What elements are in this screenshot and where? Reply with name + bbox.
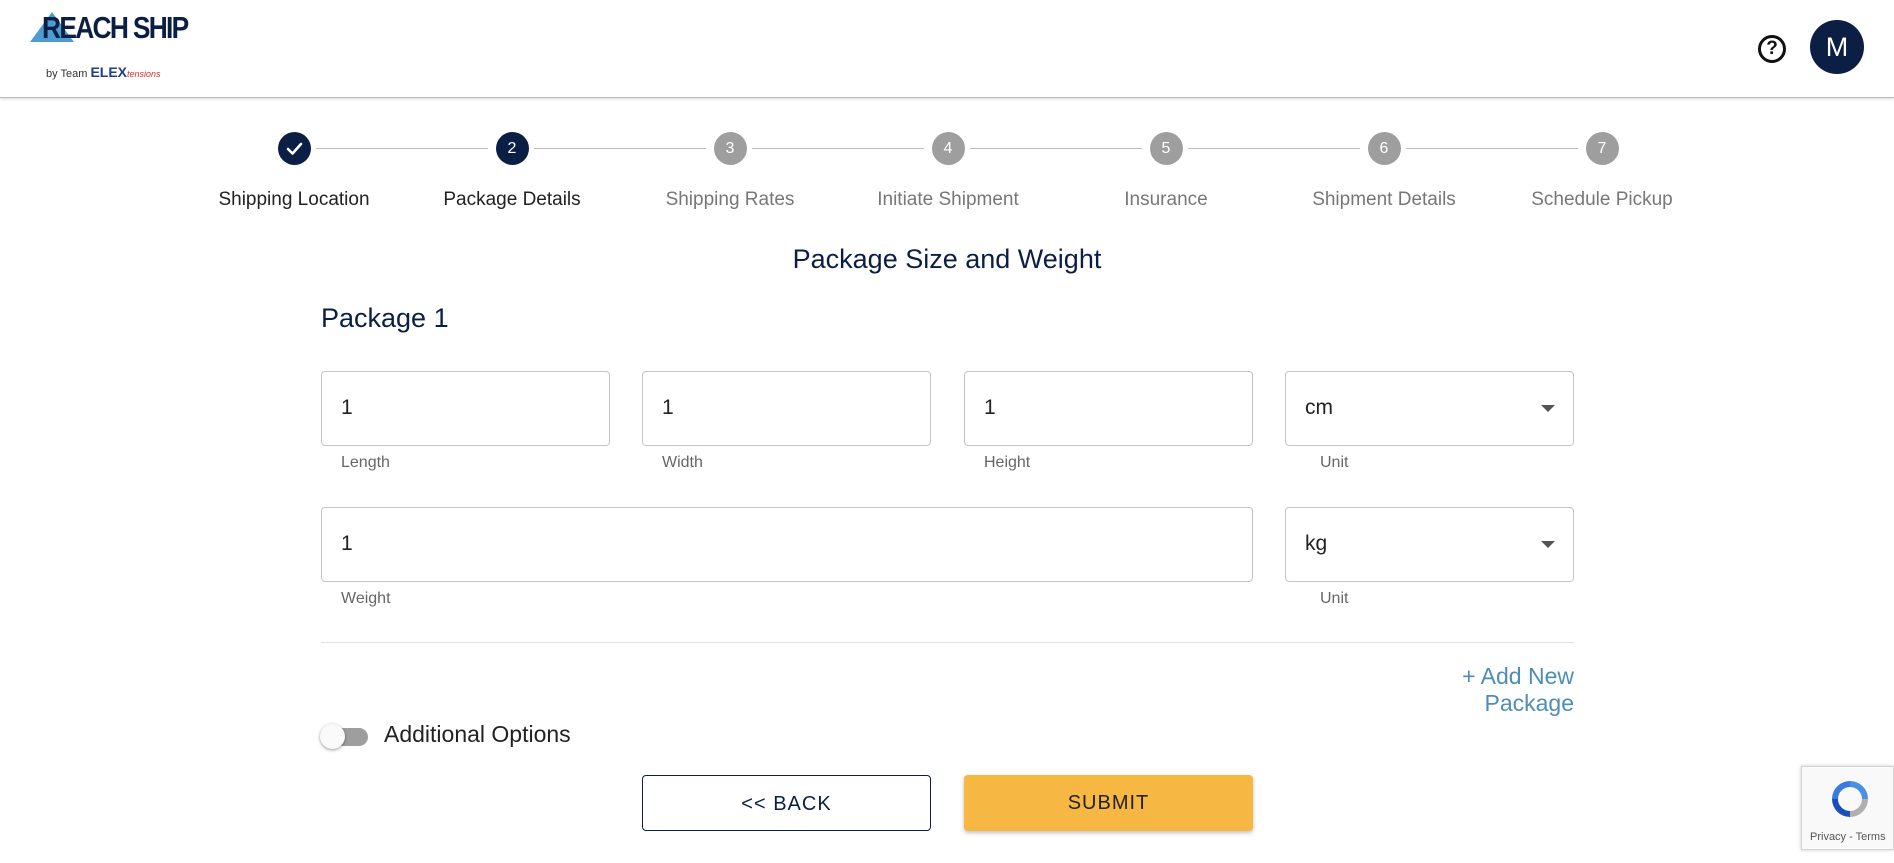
step-label: Initiate Shipment	[877, 189, 1019, 210]
height-input[interactable]: 1	[964, 371, 1253, 446]
weight-label: Weight	[341, 590, 391, 607]
logo-sub-brand: ELEX	[90, 64, 128, 80]
logo-text: REACH SHIP	[42, 10, 189, 45]
logo-sub-ext: tensions	[127, 69, 161, 79]
dimension-unit-select[interactable]: cm	[1285, 371, 1574, 446]
height-value: 1	[984, 396, 996, 419]
step-number: 3	[713, 132, 747, 165]
user-avatar[interactable]: M	[1810, 20, 1864, 74]
step-label: Package Details	[443, 189, 581, 210]
reachship-logo[interactable]: REACH SHIP by Team ELEXtensions	[30, 10, 190, 90]
step-label: Insurance	[1124, 189, 1208, 210]
step-label: Shipping Location	[218, 189, 370, 210]
chevron-down-icon	[1541, 541, 1555, 548]
package-title: Package 1	[321, 303, 449, 333]
step-shipping-location[interactable]: Shipping Location	[184, 132, 404, 211]
section-divider	[321, 642, 1574, 643]
step-schedule-pickup[interactable]: 7 Schedule Pickup	[1492, 132, 1712, 211]
width-label: Width	[662, 454, 703, 471]
step-number: 7	[1585, 132, 1619, 165]
weight-unit-select[interactable]: kg	[1285, 507, 1574, 582]
weight-value: 1	[341, 532, 353, 555]
step-package-details[interactable]: 2 Package Details	[402, 132, 622, 211]
logo-sub-prefix: by Team	[46, 68, 88, 80]
recaptcha-badge[interactable]: Privacy - Terms	[1801, 766, 1894, 850]
toggle-thumb	[320, 724, 345, 749]
additional-options-toggle[interactable]	[320, 723, 370, 749]
step-initiate-shipment[interactable]: 4 Initiate Shipment	[838, 132, 1058, 211]
logo-subtitle: by Team ELEXtensions	[46, 64, 161, 80]
step-shipping-rates[interactable]: 3 Shipping Rates	[620, 132, 840, 211]
step-insurance[interactable]: 5 Insurance	[1056, 132, 1276, 211]
app-header: REACH SHIP by Team ELEXtensions ? M	[0, 0, 1894, 98]
dimension-unit-value: cm	[1305, 396, 1333, 419]
page-title: Package Size and Weight	[792, 244, 1102, 274]
step-label: Shipment Details	[1312, 189, 1456, 210]
step-number: 4	[931, 132, 965, 165]
chevron-down-icon	[1541, 405, 1555, 412]
weight-unit-label: Unit	[1320, 590, 1349, 607]
recaptcha-icon	[1832, 781, 1868, 817]
weight-input[interactable]: 1	[321, 507, 1253, 582]
step-number: 6	[1367, 132, 1401, 165]
progress-stepper: Shipping Location 2 Package Details 3 Sh…	[0, 132, 1894, 222]
help-circle-icon[interactable]: ?	[1758, 35, 1786, 63]
add-new-package-link[interactable]: + Add New Package	[1374, 663, 1574, 717]
width-value: 1	[662, 396, 674, 419]
additional-options-label: Additional Options	[384, 721, 571, 747]
height-label: Height	[984, 454, 1031, 471]
step-label: Schedule Pickup	[1531, 189, 1673, 210]
length-value: 1	[341, 396, 353, 419]
step-shipment-details[interactable]: 6 Shipment Details	[1274, 132, 1494, 211]
weight-unit-value: kg	[1305, 532, 1328, 555]
step-number: 5	[1149, 132, 1183, 165]
check-icon	[277, 132, 311, 165]
recaptcha-links[interactable]: Privacy - Terms	[1810, 831, 1886, 843]
length-label: Length	[341, 454, 390, 471]
step-number: 2	[495, 132, 529, 165]
dimension-unit-label: Unit	[1320, 454, 1349, 471]
back-button[interactable]: << BACK	[642, 775, 931, 831]
step-label: Shipping Rates	[665, 189, 795, 210]
submit-button[interactable]: SUBMIT	[964, 775, 1253, 831]
width-input[interactable]: 1	[642, 371, 931, 446]
length-input[interactable]: 1	[321, 371, 610, 446]
